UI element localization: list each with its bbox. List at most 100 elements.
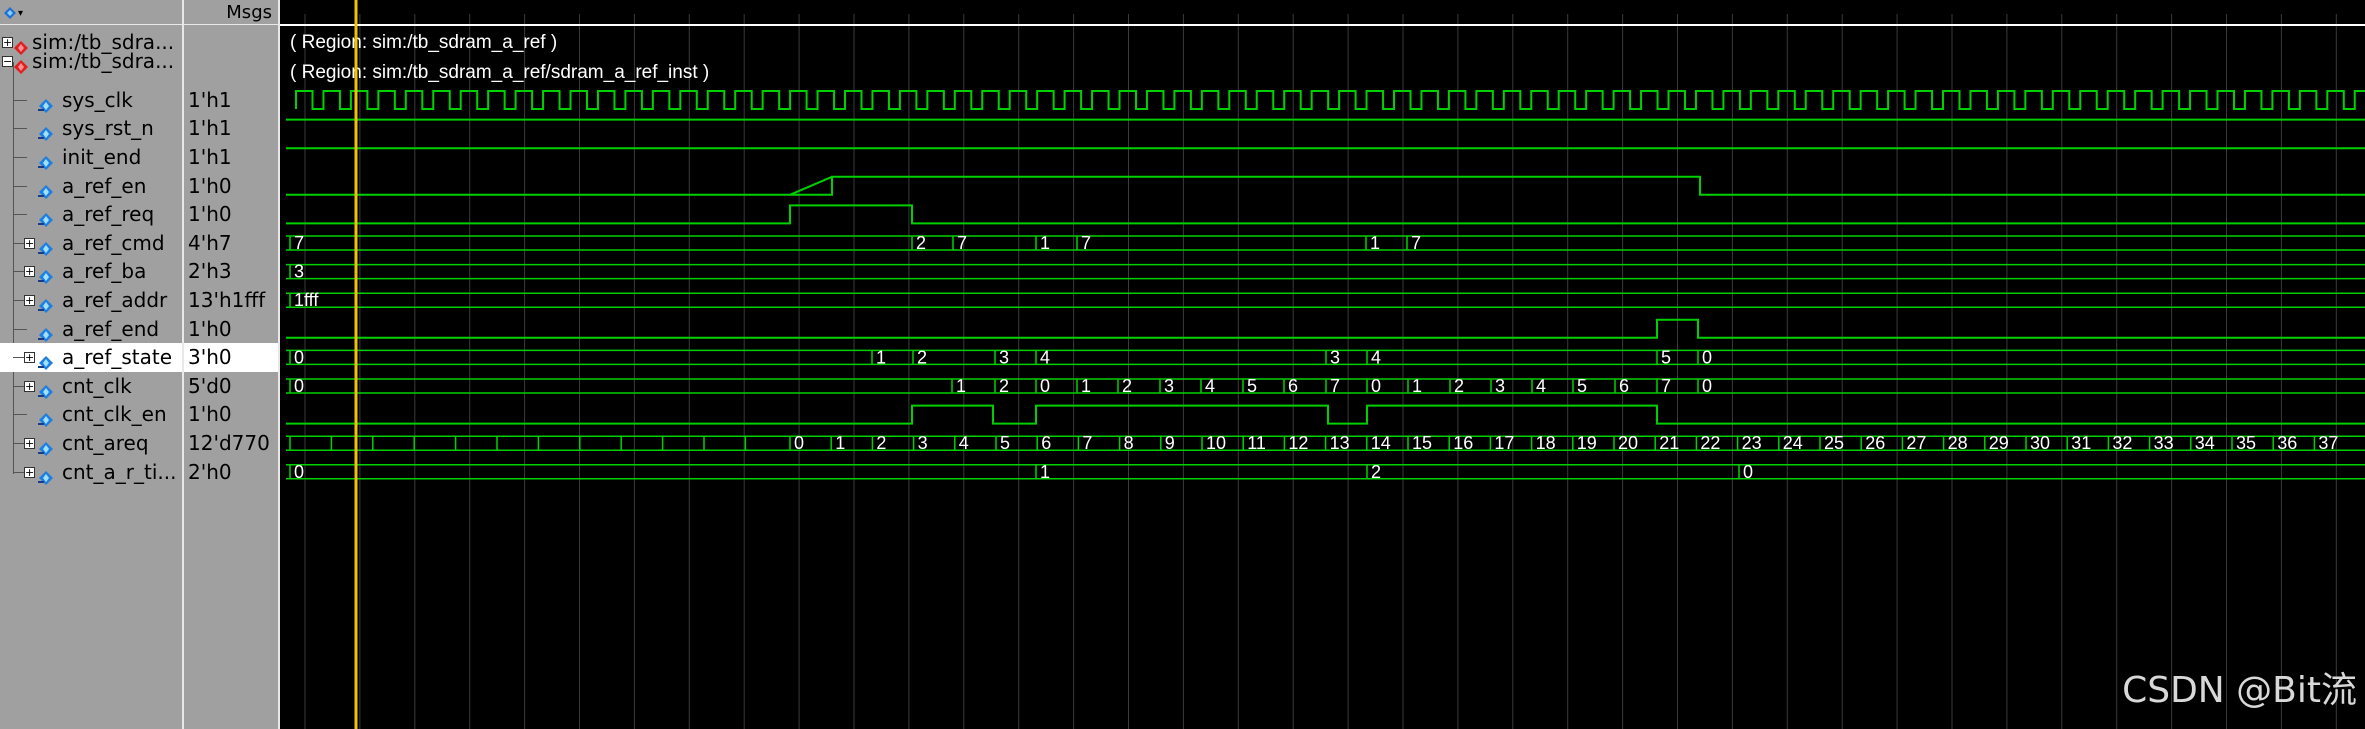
signal-value-row[interactable]: 1'h0 [184, 400, 278, 429]
bus-value-label: 0 [794, 433, 804, 453]
signal-row[interactable]: + a_ref_addr [0, 286, 182, 315]
signal-value-row[interactable]: 12'd770 [184, 429, 278, 458]
signal-row[interactable]: init_end [0, 143, 182, 172]
signal-value: 1'h0 [188, 173, 232, 198]
bus-value-label: 4 [1205, 376, 1215, 396]
bus-value-label: 0 [1702, 376, 1712, 396]
signal-row[interactable]: + cnt_clk [0, 372, 182, 401]
signal-diamond-icon [38, 121, 53, 142]
waveform-window: ▾ + sim:/tb_sdra... − sim:/tb_sdra... sy… [0, 0, 2365, 729]
signal-diamond-icon [38, 93, 53, 113]
signal-row[interactable]: cnt_clk_en [0, 400, 182, 429]
tree-connector [13, 414, 27, 416]
signal-value-row[interactable]: 1'h1 [184, 86, 278, 115]
red-diamond-icon [14, 54, 28, 74]
bus-value-label: 5 [1577, 376, 1587, 396]
bus-value-label: 1 [1370, 233, 1380, 253]
signal-value-row[interactable]: 1'h0 [184, 172, 278, 201]
signal-diamond-icon [38, 350, 53, 371]
signal-values-pane: Msgs 1'h1 1'h1 1'h1 1'h0 1'h0 4'h7 2'h3 13'h1ff… [184, 0, 278, 729]
signal-row[interactable]: sys_clk [0, 86, 182, 115]
bus-value-label: 3 [999, 347, 1009, 367]
signal-value-row[interactable]: 2'h3 [184, 257, 278, 286]
values-header: Msgs [184, 0, 278, 25]
bus-value-label: 2 [1371, 462, 1381, 482]
expand-icon[interactable]: + [24, 437, 35, 449]
bus-value-label: 21 [1659, 433, 1679, 453]
bus-value-label: 2 [1122, 376, 1132, 396]
tree-connector [13, 214, 27, 216]
expand-icon[interactable]: + [24, 380, 35, 392]
bus-value-label: 23 [1742, 433, 1762, 453]
bus-value-label: 22 [1700, 433, 1720, 453]
signal-value: 1'h1 [188, 144, 232, 169]
bus-value-label: 1 [1040, 462, 1050, 482]
bus-value-label: 7 [1661, 376, 1671, 396]
signal-value: 1'h1 [188, 116, 232, 141]
signal-row[interactable]: + cnt_a_r_ti... [0, 458, 182, 487]
signal-row[interactable]: sys_rst_n [0, 114, 182, 143]
bus-value-label: 6 [1619, 376, 1629, 396]
waveform-pane[interactable]: ( Region: sim:/tb_sdram_a_ref ) ( Region:… [280, 0, 2365, 729]
tree-connector [13, 328, 27, 330]
signal-diamond-icon [38, 179, 53, 199]
signal-value-row[interactable]: 1'h0 [184, 315, 278, 344]
expand-icon[interactable]: + [24, 266, 35, 278]
expand-icon[interactable]: + [24, 237, 35, 249]
expand-icon[interactable]: + [24, 294, 35, 306]
bus-value-label: 0 [1040, 376, 1050, 396]
signal-value-row[interactable]: 3'h0 [184, 343, 278, 373]
expand-icon[interactable]: + [24, 352, 35, 364]
collapse-icon[interactable]: − [2, 56, 13, 67]
bus-value-label: 7 [1411, 233, 1421, 253]
bus-value-label: 14 [1371, 433, 1391, 453]
signal-row[interactable]: + a_ref_cmd [0, 229, 182, 258]
signal-diamond-icon [38, 150, 53, 170]
waveform-canvas[interactable]: ( Region: sim:/tb_sdram_a_ref ) ( Region:… [280, 0, 2365, 729]
wave-edge [789, 175, 833, 196]
bus-value-label: 32 [2112, 433, 2132, 453]
bus-value-label: 7 [1081, 233, 1091, 253]
signal-row[interactable]: a_ref_req [0, 200, 182, 229]
signal-diamond-icon [38, 236, 53, 256]
signal-row[interactable]: a_ref_end [0, 315, 182, 344]
signal-name: cnt_areq [62, 430, 149, 455]
bus-value-label: 37 [2318, 433, 2338, 453]
bus-value-label: 7 [957, 233, 967, 253]
tree-connector [13, 156, 27, 158]
region-label: ( Region: sim:/tb_sdram_a_ref/sdram_a_re… [290, 62, 709, 83]
bus-value-label: 35 [2236, 433, 2256, 453]
bus-value-label: 33 [2154, 433, 2174, 453]
expand-icon[interactable]: + [24, 466, 35, 478]
signal-row[interactable]: a_ref_en [0, 172, 182, 201]
signal-value-row[interactable]: 2'h0 [184, 458, 278, 487]
region-label: ( Region: sim:/tb_sdram_a_ref ) [290, 32, 557, 53]
signal-row[interactable]: + a_ref_ba [0, 257, 182, 286]
bus-value-label: 5 [1661, 347, 1671, 367]
bus-value-label: 1 [1412, 376, 1422, 396]
bus-value-label: 19 [1577, 433, 1597, 453]
signal-value-row[interactable]: 1'h1 [184, 143, 278, 172]
wave-toolbar-icon[interactable] [3, 5, 17, 19]
signal-value-row[interactable]: 13'h1fff [184, 286, 278, 315]
bus-value-label: 3 [1164, 376, 1174, 396]
names-header: ▾ [0, 0, 182, 25]
signal-value-row[interactable]: 5'd0 [184, 372, 278, 401]
signal-value: 12'd770 [188, 430, 270, 455]
signal-value-row[interactable]: 4'h7 [184, 229, 278, 258]
signal-value-row[interactable]: 1'h1 [184, 114, 278, 143]
tree-connector [13, 128, 27, 130]
wave-a_ref_en [286, 175, 2365, 196]
bus-value-label: 4 [959, 433, 969, 453]
signal-value: 3'h0 [188, 345, 232, 370]
signal-value-row[interactable]: 1'h0 [184, 200, 278, 229]
signal-row[interactable]: + cnt_areq [0, 429, 182, 458]
dropdown-arrow-icon[interactable]: ▾ [18, 8, 23, 19]
signal-name: a_ref_addr [62, 287, 168, 312]
signal-name: a_ref_cmd [62, 230, 165, 255]
tree-connector [13, 185, 27, 187]
signal-value: 1'h0 [188, 202, 232, 227]
group-row[interactable]: − sim:/tb_sdra... [0, 47, 182, 76]
signal-diamond-icon [38, 264, 53, 285]
signal-row[interactable]: + a_ref_state [0, 343, 182, 373]
